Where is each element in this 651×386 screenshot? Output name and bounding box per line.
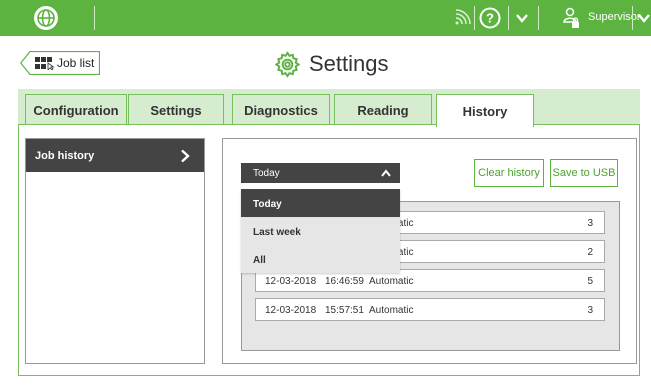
tab-history[interactable]: History [436,94,534,127]
option-today[interactable]: Today [241,189,400,217]
option-all[interactable]: All [241,245,400,273]
page-title: Settings [309,51,389,76]
sidebar-item-job-history[interactable]: Job history [26,139,204,172]
history-row[interactable]: 12-03-2018 15:57:51 Automatic 3 [255,298,605,321]
svg-text:?: ? [486,11,494,26]
row-count: 3 [587,305,593,316]
row-time: 15:57:51 [325,305,364,316]
user-icon[interactable] [563,7,581,29]
topbar-divider [94,6,95,30]
tab-configuration[interactable]: Configuration [25,94,127,125]
tab-reading[interactable]: Reading [334,94,432,125]
row-date: 12-03-2018 [265,276,317,287]
chevron-right-icon [181,149,190,163]
topbar-divider [538,6,539,30]
period-filter-menu: Today Last week All [241,189,400,273]
row-count: 3 [587,218,593,229]
row-date: 12-03-2018 [265,305,317,316]
wifi-icon[interactable] [453,9,471,27]
gear-icon [274,50,301,78]
row-count: 5 [587,276,593,287]
history-category-list: Job history [25,138,205,364]
top-bar: ? Supervisor [0,0,651,36]
topbar-divider [474,6,475,30]
period-filter-value: Today [253,168,280,179]
chevron-down-icon[interactable] [515,11,529,25]
page-title-group: Settings [274,49,389,79]
topbar-divider [508,6,509,30]
row-time: 16:46:59 [325,276,364,287]
help-icon[interactable]: ? [479,7,501,29]
job-list-back-button[interactable]: Job list [20,51,100,75]
period-filter-select[interactable]: Today [241,163,400,183]
back-button-label: Job list [57,56,95,70]
chevron-up-icon [381,169,391,177]
job-list-icon [35,57,55,70]
save-to-usb-button[interactable]: Save to USB [550,159,618,187]
row-mode: Automatic [369,276,414,287]
tab-diagnostics[interactable]: Diagnostics [232,94,330,125]
topbar-divider [632,6,633,30]
globe-icon[interactable] [33,5,59,31]
sidebar-item-label: Job history [35,150,95,162]
tab-settings[interactable]: Settings [128,94,224,125]
chevron-down-icon[interactable] [637,11,651,25]
option-last-week[interactable]: Last week [241,217,400,245]
row-mode: Automatic [369,305,414,316]
clear-history-button[interactable]: Clear history [474,159,544,187]
row-count: 2 [587,247,593,258]
